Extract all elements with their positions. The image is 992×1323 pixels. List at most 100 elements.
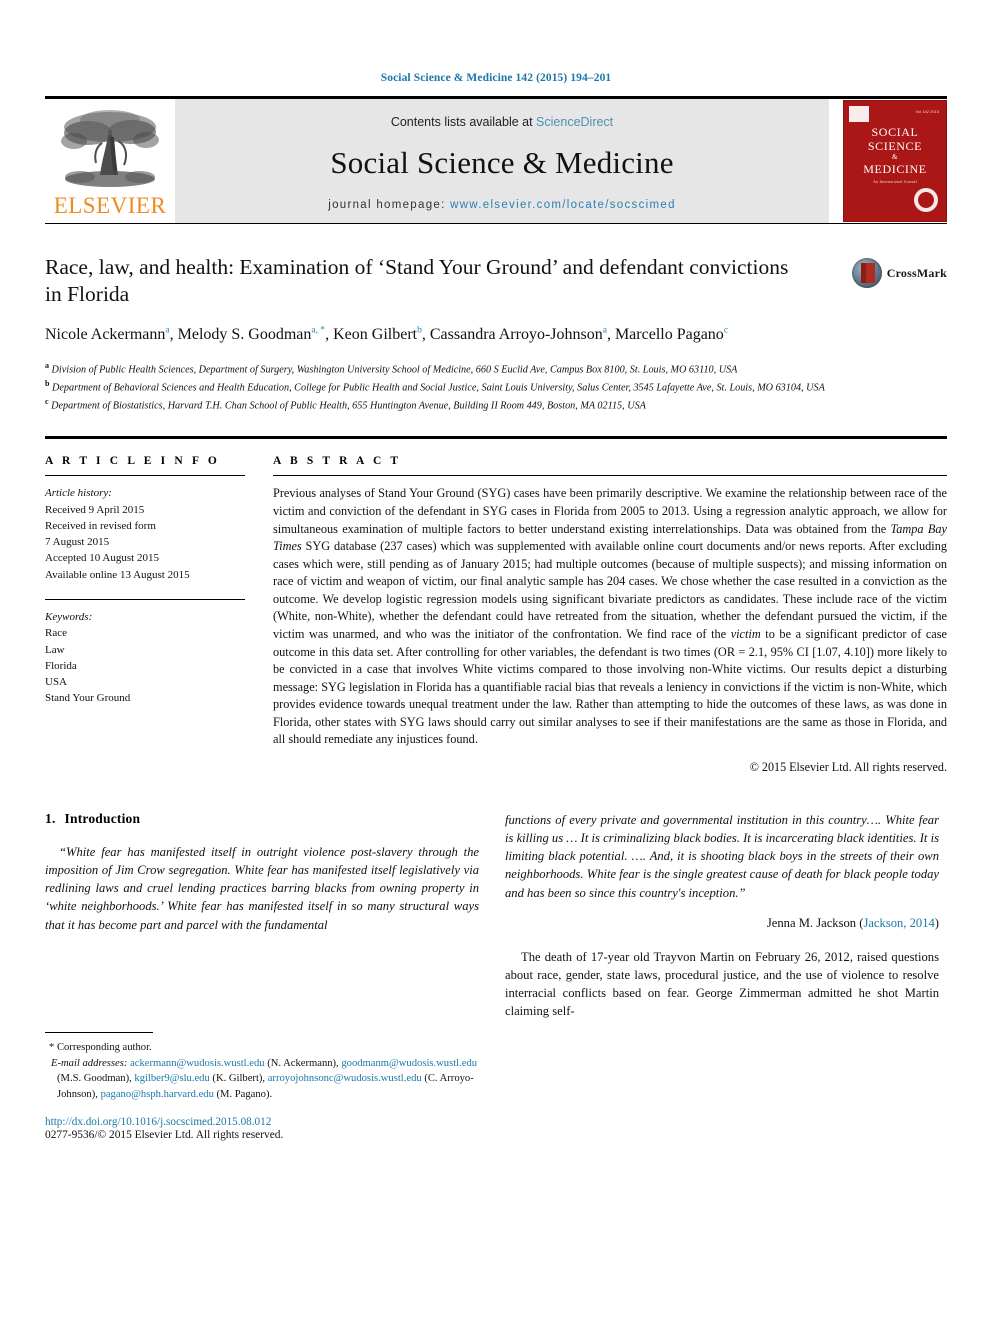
body-column-left: 1. Introduction “White fear has manifeste… — [45, 811, 479, 1141]
corresponding-author-note: * Corresponding author. — [49, 1041, 152, 1053]
doi-link[interactable]: http://dx.doi.org/10.1016/j.socscimed.20… — [45, 1116, 479, 1128]
author-separator: , — [421, 326, 430, 344]
affiliation-text: Department of Biostatistics, Harvard T.H… — [51, 400, 646, 412]
abstract-heading: A B S T R A C T — [273, 455, 402, 468]
email-link[interactable]: ackermann@wudosis.wustl.edu — [130, 1058, 265, 1069]
affiliation-item: c Department of Biostatistics, Harvard T… — [45, 396, 947, 414]
article-history-block: Article history: Received 9 April 2015 R… — [45, 485, 245, 583]
info-abstract-section: A R T I C L E I N F O Article history: R… — [45, 436, 947, 775]
contents-prefix: Contents lists available at — [390, 115, 537, 129]
body-columns: 1. Introduction “White fear has manifeste… — [45, 811, 947, 1141]
attribution-close: ) — [934, 915, 939, 930]
email-link[interactable]: arroyojohnsonc@wudosis.wustl.edu — [268, 1073, 422, 1084]
abstract-column: A B S T R A C T Previous analyses of Sta… — [273, 455, 947, 775]
issn-copyright: 0277-9536/© 2015 Elsevier Ltd. All right… — [45, 1129, 284, 1142]
author-name: Cassandra Arroyo-Johnson — [429, 326, 603, 344]
abstract-part-1: Previous analyses of Stand Your Ground (… — [273, 486, 947, 536]
keyword-item: Stand Your Ground — [45, 692, 131, 705]
author-name: Marcello Pagano — [614, 326, 724, 344]
divider — [45, 475, 245, 477]
journal-masthead: ELSEVIER Contents lists available at Sci… — [45, 96, 947, 224]
divider — [273, 475, 947, 477]
cover-title-line2: SCIENCE — [867, 139, 923, 154]
journal-cover-thumbnail[interactable]: Vol 142 2015 SOCIAL SCIENCE & MEDICINE A… — [843, 100, 947, 222]
crossmark-icon — [851, 258, 882, 288]
attribution-name: Jenna M. Jackson ( — [766, 915, 864, 930]
journal-homepage-line: journal homepage: www.elsevier.com/locat… — [328, 199, 676, 211]
author-name: Melody S. Goodman — [177, 326, 312, 344]
cover-tagline: An International Journal — [873, 178, 917, 184]
history-item: Available online 13 August 2015 — [45, 568, 190, 581]
article-first-page: Social Science & Medicine 142 (2015) 194… — [0, 0, 992, 1323]
author-separator: , — [169, 326, 178, 344]
page-title: Race, law, and health: Examination of ‘S… — [45, 255, 789, 307]
article-history-label: Article history: — [45, 487, 112, 500]
history-item: Received in revised form — [45, 519, 156, 532]
email-owner: (N. Ackermann), — [264, 1057, 342, 1069]
affiliation-text: Division of Public Health Sciences, Depa… — [51, 364, 738, 376]
email-owner: (M. Pagano). — [213, 1088, 273, 1100]
keyword-item: Race — [45, 627, 67, 640]
abstract-copyright: © 2015 Elsevier Ltd. All rights reserved… — [749, 760, 947, 775]
elsevier-logo: ELSEVIER — [45, 99, 175, 223]
email-addresses-note: E-mail addresses: ackermann@wudosis.wust… — [45, 1056, 479, 1102]
author-separator: , — [606, 326, 615, 344]
affiliation-mark: c — [45, 397, 49, 407]
abstract-part-2: SYG database (237 cases) which was suppl… — [273, 539, 947, 642]
keyword-item: USA — [45, 676, 68, 689]
homepage-prefix: journal homepage: — [328, 199, 451, 211]
section-heading-introduction: 1. Introduction — [45, 811, 479, 827]
quote-attribution: Jenna M. Jackson (Jackson, 2014) — [505, 916, 939, 931]
author-name: Keon Gilbert — [333, 326, 418, 344]
author-name: Nicole Ackermann — [45, 326, 166, 344]
section-title: Introduction — [64, 811, 141, 827]
cover-title-amp: & — [891, 153, 899, 162]
cover-title-line1: SOCIAL — [871, 125, 919, 139]
author-separator: , — [325, 326, 334, 344]
divider — [45, 598, 245, 600]
contents-available-line: Contents lists available at ScienceDirec… — [391, 115, 613, 129]
author-affiliation-mark[interactable]: a, * — [311, 326, 325, 336]
email-owner: (M.S. Goodman), — [57, 1073, 135, 1085]
journal-homepage-link[interactable]: www.elsevier.com/locate/socscimed — [450, 199, 676, 211]
abstract-part-3: to be a significant predictor of case ou… — [273, 627, 948, 747]
affiliation-text: Department of Behavioral Sciences and He… — [52, 382, 825, 394]
cover-elsevier-mark — [849, 106, 869, 122]
email-link[interactable]: goodmanm@wudosis.wustl.edu — [341, 1058, 477, 1069]
crossmark-badge[interactable]: CrossMark — [851, 258, 947, 288]
running-head: Social Science & Medicine 142 (2015) 194… — [380, 72, 612, 84]
cover-title-line3: MEDICINE — [863, 162, 927, 177]
journal-band: Contents lists available at ScienceDirec… — [175, 99, 829, 223]
keywords-block: Keywords: Race Law Florida USA Stand You… — [45, 598, 245, 707]
author-affiliation-mark[interactable]: c — [724, 326, 728, 336]
keywords-label: Keywords: — [45, 610, 93, 623]
doi-block: http://dx.doi.org/10.1016/j.socscimed.20… — [45, 1116, 479, 1141]
email-label: E-mail addresses: — [51, 1057, 128, 1069]
crossmark-label: CrossMark — [886, 265, 947, 280]
keyword-item: Law — [45, 643, 65, 656]
title-block: CrossMark Race, law, and health: Examina… — [45, 254, 947, 414]
sciencedirect-link[interactable]: ScienceDirect — [536, 115, 613, 129]
footnote-rule — [45, 1031, 153, 1033]
intro-quote-left: “White fear has manifested itself in out… — [45, 845, 479, 932]
journal-title: Social Science & Medicine — [330, 145, 674, 180]
citation-link-jackson-2014[interactable]: Jackson, 2014 — [863, 916, 934, 930]
section-number: 1. — [45, 811, 56, 827]
intro-section: 1. Introduction “White fear has manifeste… — [45, 811, 479, 1017]
cover-seal-icon — [914, 188, 938, 212]
abstract-italic-victim: victim — [730, 627, 761, 642]
affiliation-item: a Division of Public Health Sciences, De… — [45, 360, 947, 378]
affiliation-mark: b — [45, 379, 50, 389]
cover-artwork: Vol 142 2015 SOCIAL SCIENCE & MEDICINE A… — [843, 100, 947, 222]
cover-title: SOCIAL SCIENCE & MEDICINE An Internation… — [863, 125, 926, 184]
history-item: Received 9 April 2015 — [45, 503, 145, 516]
intro-quote-right: functions of every private and governmen… — [505, 813, 939, 900]
email-link[interactable]: kgilber9@slu.edu — [134, 1073, 209, 1084]
affiliation-list: a Division of Public Health Sciences, De… — [45, 360, 947, 415]
affiliation-item: b Department of Behavioral Sciences and … — [45, 378, 947, 396]
cover-issue-note: Vol 142 2015 — [915, 109, 939, 114]
email-owner: (K. Gilbert), — [209, 1073, 268, 1085]
elsevier-tree-icon — [58, 107, 162, 193]
article-info-column: A R T I C L E I N F O Article history: R… — [45, 455, 245, 775]
email-link[interactable]: pagano@hsph.harvard.edu — [101, 1089, 214, 1100]
